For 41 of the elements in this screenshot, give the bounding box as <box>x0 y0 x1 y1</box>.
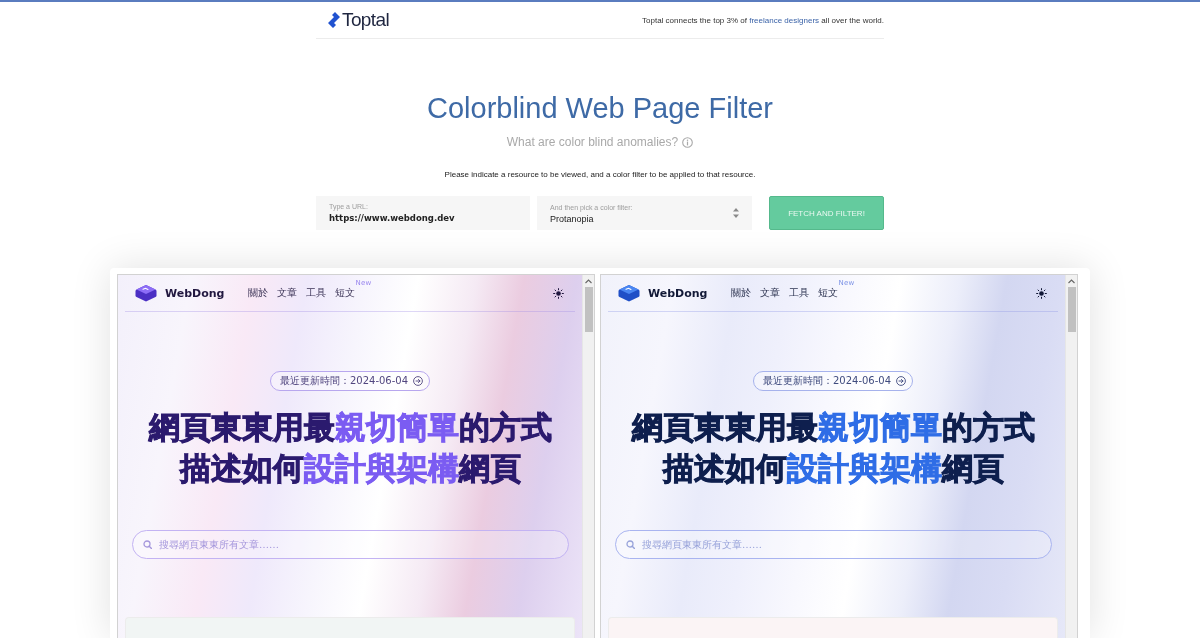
zigzag-logo-icon <box>328 12 340 28</box>
nav-link[interactable]: 文章 <box>277 287 298 299</box>
scroll-up-icon[interactable] <box>585 279 592 284</box>
hero-headline: 網頁東東用最親切簡單的方式 <box>148 408 552 447</box>
page-title: Colorblind Web Page Filter <box>427 91 773 125</box>
tagline: Toptal connects the top 3% of freelance designers all over the world. <box>642 15 884 25</box>
site-brand[interactable]: WebDong <box>165 286 225 300</box>
instructions-text: Please indicate a resource to be viewed, and a color filter to be applied to that resource. <box>444 169 756 181</box>
nav-link[interactable]: 工具 <box>789 287 810 299</box>
hero-headline: 描述如何設計與架構網頁 <box>179 449 521 488</box>
nav-link[interactable]: 短文 <box>818 287 839 299</box>
hero-headline: 描述如何設計與架構網頁 <box>662 449 1004 488</box>
info-icon[interactable] <box>682 136 694 148</box>
url-input[interactable]: https://www.webdong.dev <box>329 212 517 224</box>
scrollbar[interactable] <box>1065 275 1077 638</box>
scroll-up-icon[interactable] <box>1068 279 1075 284</box>
search-field[interactable]: 搜尋網頁東東所有文章…… <box>132 530 569 559</box>
nav-link[interactable]: 文章 <box>760 287 781 299</box>
cube-logo-icon[interactable] <box>618 284 640 302</box>
update-date-text: 最近更新時間：2024-06-04 <box>279 375 409 387</box>
sun-icon[interactable] <box>1036 287 1047 299</box>
nav-link[interactable]: 工具 <box>306 287 327 299</box>
search-field[interactable]: 搜尋網頁東東所有文章…… <box>615 530 1052 559</box>
update-date-text: 最近更新時間：2024-06-04 <box>762 375 892 387</box>
cube-logo-icon[interactable] <box>135 284 157 302</box>
search-icon <box>143 540 152 549</box>
arrow-circle-icon[interactable] <box>413 376 424 386</box>
site-brand[interactable]: WebDong <box>648 286 708 300</box>
search-icon <box>626 540 635 549</box>
nav-link[interactable]: 關於 <box>248 287 269 299</box>
hero-headline: 網頁東東用最親切簡單的方式 <box>631 408 1035 447</box>
nav-link[interactable]: 關於 <box>731 287 752 299</box>
scrollbar-thumb[interactable] <box>584 287 593 332</box>
freelance-designers-link[interactable]: freelance designers <box>749 15 820 25</box>
sun-icon[interactable] <box>553 287 564 299</box>
scrollbar[interactable] <box>582 275 594 638</box>
toptal-logo[interactable]: Toptal <box>328 9 390 31</box>
scrollbar-thumb[interactable] <box>1067 287 1076 332</box>
nav-link[interactable]: 短文 <box>335 287 356 299</box>
arrow-circle-icon[interactable] <box>896 376 907 386</box>
sort-arrows-icon <box>733 208 739 218</box>
